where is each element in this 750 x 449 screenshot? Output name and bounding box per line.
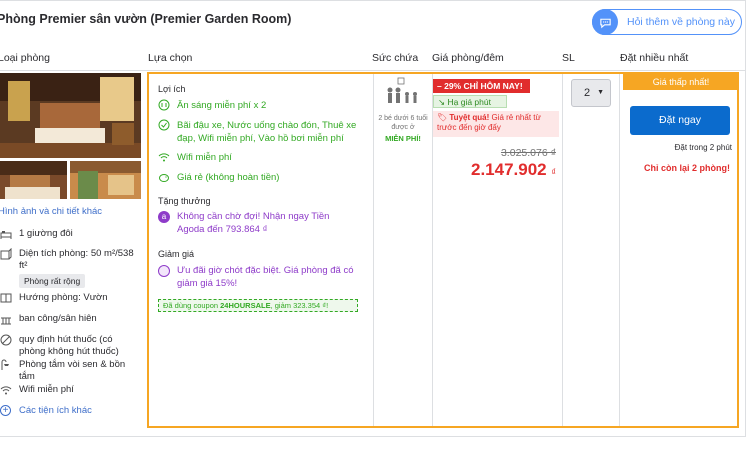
- book-now-button[interactable]: Đặt ngay: [630, 106, 730, 135]
- more-amenities-link[interactable]: Các tiện ích khác: [19, 405, 92, 416]
- spacious-room-badge: Phòng rất rộng: [19, 274, 86, 288]
- chat-bubble-icon: [592, 9, 618, 35]
- original-price: 3.025.076 ₫: [500, 147, 556, 159]
- piggy-bank-icon: [159, 174, 169, 182]
- ask-about-room-button[interactable]: Hỏi thêm về phòng này: [592, 9, 742, 35]
- bed-icon: [0, 231, 12, 239]
- area-icon: [0, 248, 12, 260]
- rooms-left-note: Chỉ còn lại 2 phòng!: [644, 163, 730, 173]
- quantity-select[interactable]: 2 ▼: [571, 79, 611, 107]
- chevron-down-icon: ▼: [597, 89, 604, 96]
- room-photo-main[interactable]: [0, 73, 141, 158]
- ask-about-room-label: Hỏi thêm về phòng này: [627, 16, 735, 28]
- room-option-box: Lợi ích Ăn sáng miễn phí x 2 Bãi đậu xe,…: [147, 72, 739, 428]
- col-quantity: SL: [562, 52, 575, 64]
- great-deal-badge: 🏷 Tuyệt quá! Giá rẻ nhất từ trước đến gi…: [433, 111, 559, 137]
- smoking-icon: [0, 334, 12, 346]
- discount-badge: – 29% CHỈ HÔM NAY!: [433, 79, 530, 93]
- current-price: 2.147.902 ₫: [471, 160, 556, 179]
- view-icon: [0, 293, 12, 303]
- booking-time-note: Đặt trong 2 phút: [674, 143, 732, 152]
- discount-heading: Giảm giá: [158, 249, 195, 259]
- col-room-type: Loại phòng: [0, 52, 50, 64]
- divider: [562, 74, 563, 426]
- agoda-cash-icon: a: [158, 211, 170, 223]
- photos-details-link[interactable]: Hình ảnh và chi tiết khác: [0, 206, 102, 217]
- col-capacity: Sức chứa: [372, 52, 419, 64]
- col-options: Lựa chọn: [148, 52, 193, 64]
- room-photo-thumb-2[interactable]: [70, 161, 141, 199]
- last-minute-badge: ↘ Hạ giá phút chót!: [433, 95, 507, 120]
- wifi-icon: [158, 153, 170, 162]
- col-price: Giá phòng/đêm: [432, 52, 504, 64]
- room-photo-thumb-1[interactable]: [0, 161, 67, 199]
- children-note: 2 bé dưới 6 tuổi được ở: [378, 115, 428, 131]
- coupon-applied: Đã dùng coupon 24HOURSALE, giảm 323.354 …: [158, 299, 358, 312]
- divider: [373, 74, 374, 426]
- plus-icon: +: [0, 405, 11, 416]
- children-free: MIỄN PHÍ!: [385, 134, 421, 143]
- capacity-people-icon: [385, 77, 421, 107]
- reward-heading: Tặng thưởng: [158, 196, 211, 206]
- check-circle-icon: [158, 119, 170, 131]
- header-divider: [0, 70, 746, 71]
- col-most-booked: Đặt nhiều nhất: [620, 52, 689, 64]
- room-title: Phòng Premier sân vườn (Premier Garden R…: [0, 12, 292, 26]
- breakfast-icon: [158, 99, 170, 111]
- wifi-icon: [0, 386, 12, 395]
- balcony-icon: [1, 317, 11, 325]
- lowest-price-banner: Giá thấp nhất!: [623, 74, 739, 90]
- benefits-heading: Lợi ích: [158, 84, 186, 94]
- divider: [619, 74, 620, 426]
- shower-icon: [1, 359, 9, 370]
- discount-tag-icon: [158, 265, 170, 277]
